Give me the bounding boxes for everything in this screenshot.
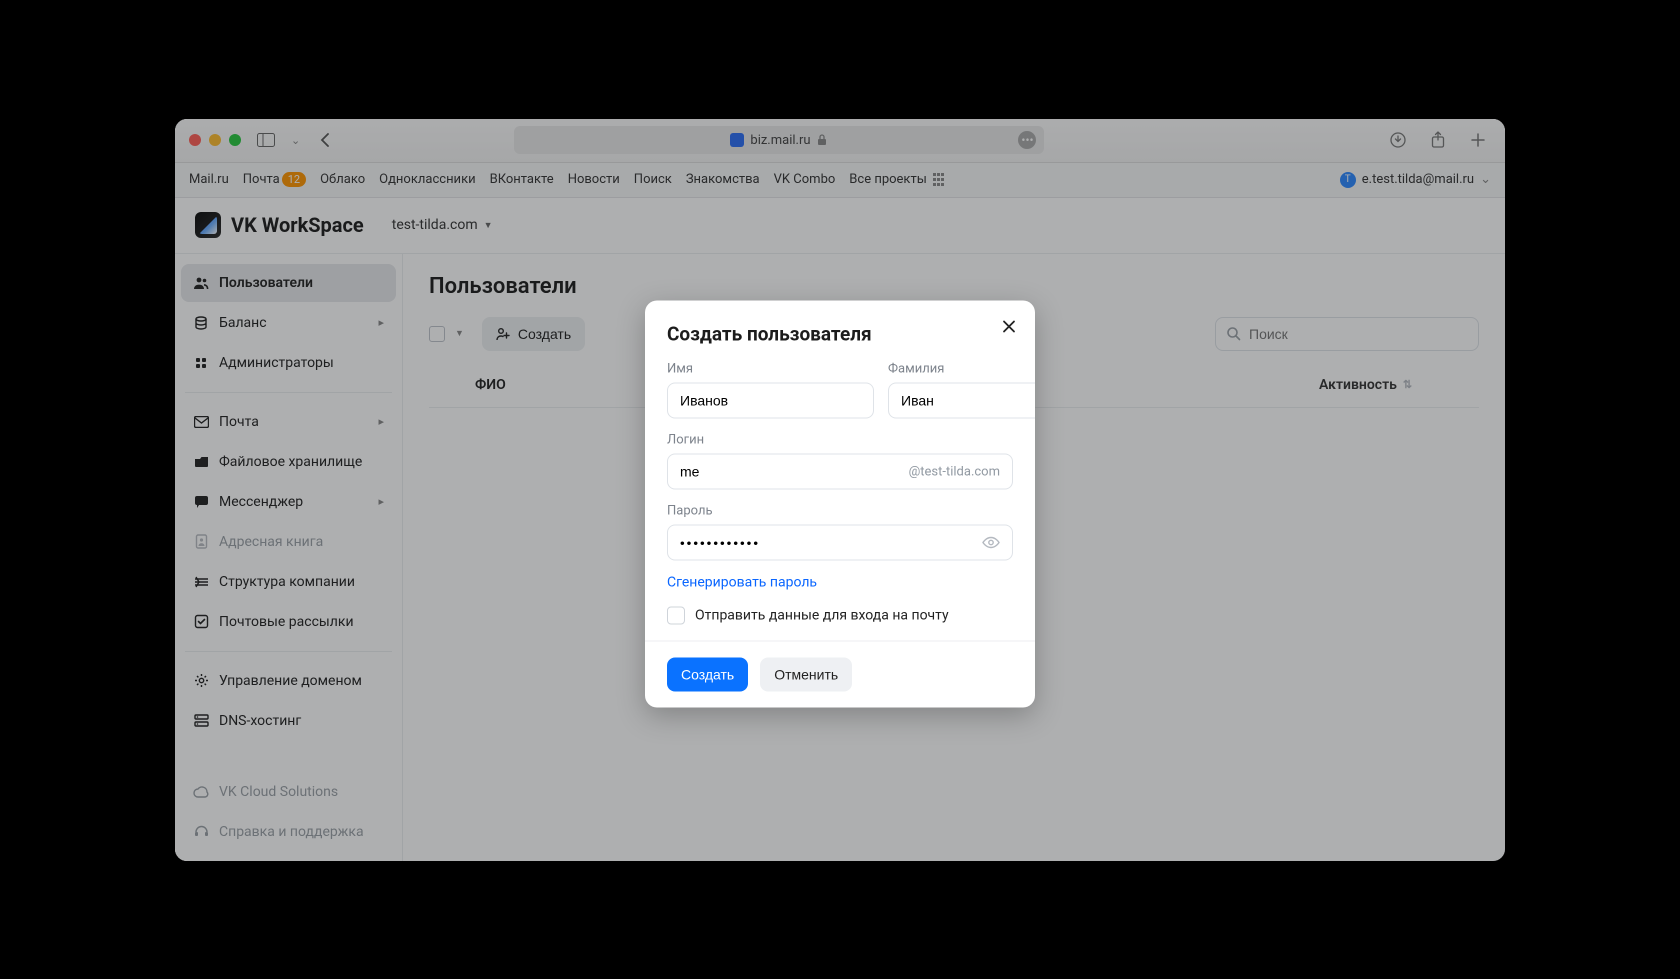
firstname-field[interactable] bbox=[667, 383, 874, 419]
close-button[interactable] bbox=[997, 315, 1021, 339]
login-field[interactable]: @test-tilda.com bbox=[667, 454, 1013, 490]
send-email-checkbox-row[interactable]: Отправить данные для входа на почту bbox=[667, 607, 1013, 625]
checkbox[interactable] bbox=[667, 607, 685, 625]
firstname-label: Имя bbox=[667, 362, 874, 377]
create-user-modal: Создать пользователя Имя Фамилия Логин @… bbox=[645, 301, 1035, 708]
close-icon bbox=[1002, 320, 1016, 334]
modal-footer: Создать Отменить bbox=[645, 641, 1035, 708]
cancel-button[interactable]: Отменить bbox=[760, 658, 852, 692]
login-label: Логин bbox=[667, 433, 1013, 448]
lastname-label: Фамилия bbox=[888, 362, 1035, 377]
send-email-label: Отправить данные для входа на почту bbox=[695, 608, 949, 624]
lastname-field[interactable] bbox=[888, 383, 1035, 419]
login-suffix: @test-tilda.com bbox=[909, 464, 1000, 479]
toggle-password-visibility[interactable] bbox=[982, 536, 1000, 550]
password-label: Пароль bbox=[667, 504, 1013, 519]
generate-password-link[interactable]: Сгенерировать пароль bbox=[667, 575, 817, 591]
browser-window: ⌄ biz.mail.ru ••• Mail.ru bbox=[175, 119, 1505, 861]
submit-button[interactable]: Создать bbox=[667, 658, 748, 692]
modal-title: Создать пользователя bbox=[667, 323, 1013, 346]
eye-icon bbox=[982, 536, 1000, 550]
password-field[interactable] bbox=[667, 525, 1013, 561]
